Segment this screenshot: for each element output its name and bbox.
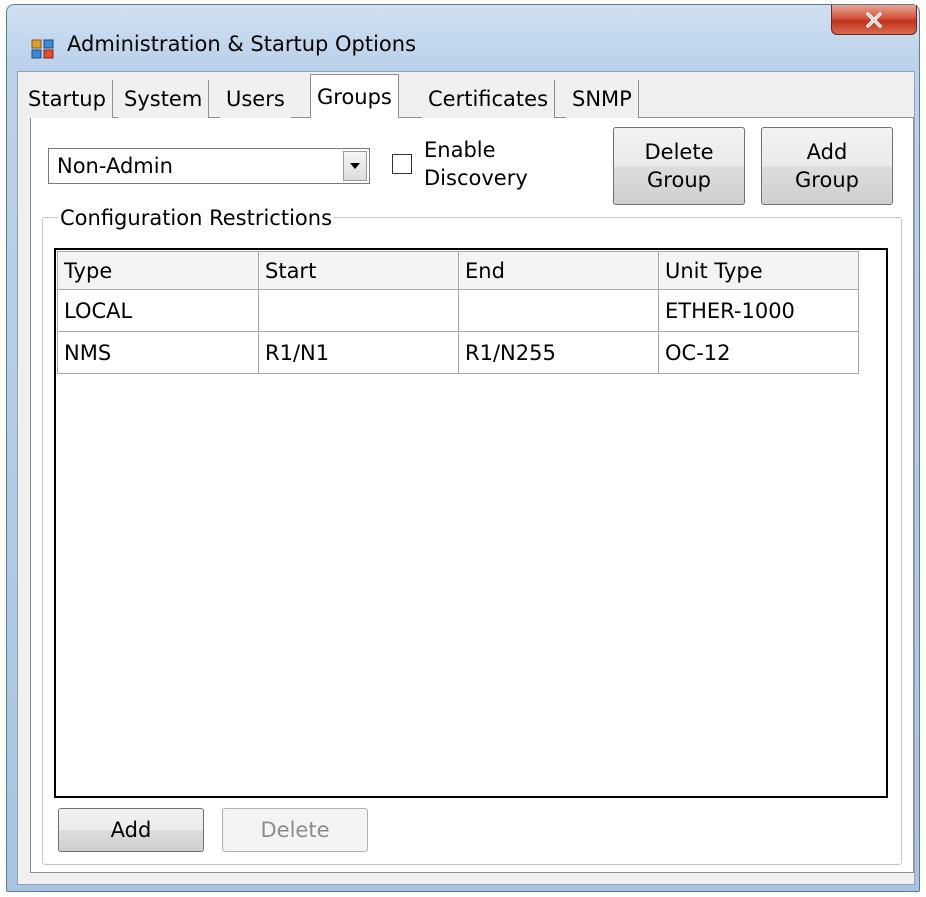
column-header-unit-type[interactable]: Unit Type xyxy=(658,251,859,290)
add-group-label-line1: Add xyxy=(806,140,848,164)
tab-groups[interactable]: Groups xyxy=(310,74,399,118)
window-title: Administration & Startup Options xyxy=(67,32,417,56)
tab-users[interactable]: Users xyxy=(220,80,291,118)
delete-button[interactable]: Delete xyxy=(222,808,368,852)
configuration-restrictions-legend: Configuration Restrictions xyxy=(58,205,335,231)
table-cell[interactable] xyxy=(258,289,459,332)
table-cell[interactable]: OC-12 xyxy=(658,331,859,374)
add-group-button[interactable]: Add Group xyxy=(761,127,893,205)
table-cell[interactable] xyxy=(458,289,659,332)
group-select-value: Non-Admin xyxy=(57,154,173,178)
table-cell[interactable]: LOCAL xyxy=(57,289,259,332)
tab-label: Certificates xyxy=(428,87,549,111)
close-icon xyxy=(866,11,882,28)
delete-group-label-line2: Group xyxy=(647,168,711,192)
add-button-label: Add xyxy=(110,818,152,842)
tab-snmp[interactable]: SNMP xyxy=(566,80,639,118)
enable-discovery-label-line2: Discovery xyxy=(424,166,528,190)
chevron-down-icon xyxy=(350,163,360,169)
enable-discovery-checkbox[interactable] xyxy=(392,154,412,174)
group-select[interactable]: Non-Admin xyxy=(48,148,370,184)
table-header-row: Type Start End Unit Type xyxy=(57,251,859,290)
table-cell[interactable]: R1/N255 xyxy=(458,331,659,374)
delete-button-label: Delete xyxy=(260,818,330,842)
tab-label: Users xyxy=(226,87,285,111)
enable-discovery-label-line1: Enable xyxy=(424,138,496,162)
column-header-start[interactable]: Start xyxy=(258,251,459,290)
tab-label: Groups xyxy=(317,84,392,109)
tab-label: SNMP xyxy=(572,87,632,111)
tab-certificates[interactable]: Certificates xyxy=(422,80,556,118)
enable-discovery-label[interactable]: Enable Discovery xyxy=(424,136,528,192)
table-cell[interactable]: NMS xyxy=(57,331,259,374)
tab-label: Startup xyxy=(28,87,106,111)
tab-system[interactable]: System xyxy=(118,80,210,118)
dropdown-arrow-button[interactable] xyxy=(343,151,367,181)
delete-group-button[interactable]: Delete Group xyxy=(613,127,745,205)
tab-startup[interactable]: Startup xyxy=(22,80,113,118)
column-header-type[interactable]: Type xyxy=(57,251,259,290)
restrictions-grid[interactable]: Type Start End Unit Type LOCAL ETHER-100… xyxy=(54,248,888,798)
add-button[interactable]: Add xyxy=(58,808,204,852)
close-button[interactable] xyxy=(831,5,917,35)
column-header-end[interactable]: End xyxy=(458,251,659,290)
delete-group-label-line1: Delete xyxy=(644,140,714,164)
table-cell[interactable]: ETHER-1000 xyxy=(658,289,859,332)
table-row[interactable]: NMS R1/N1 R1/N255 OC-12 xyxy=(57,331,859,374)
table-cell[interactable]: R1/N1 xyxy=(258,331,459,374)
app-icon xyxy=(31,39,54,59)
add-group-label-line2: Group xyxy=(795,168,859,192)
restrictions-table: Type Start End Unit Type LOCAL ETHER-100… xyxy=(57,251,859,374)
tab-label: System xyxy=(124,87,203,111)
table-row[interactable]: LOCAL ETHER-1000 xyxy=(57,289,859,332)
